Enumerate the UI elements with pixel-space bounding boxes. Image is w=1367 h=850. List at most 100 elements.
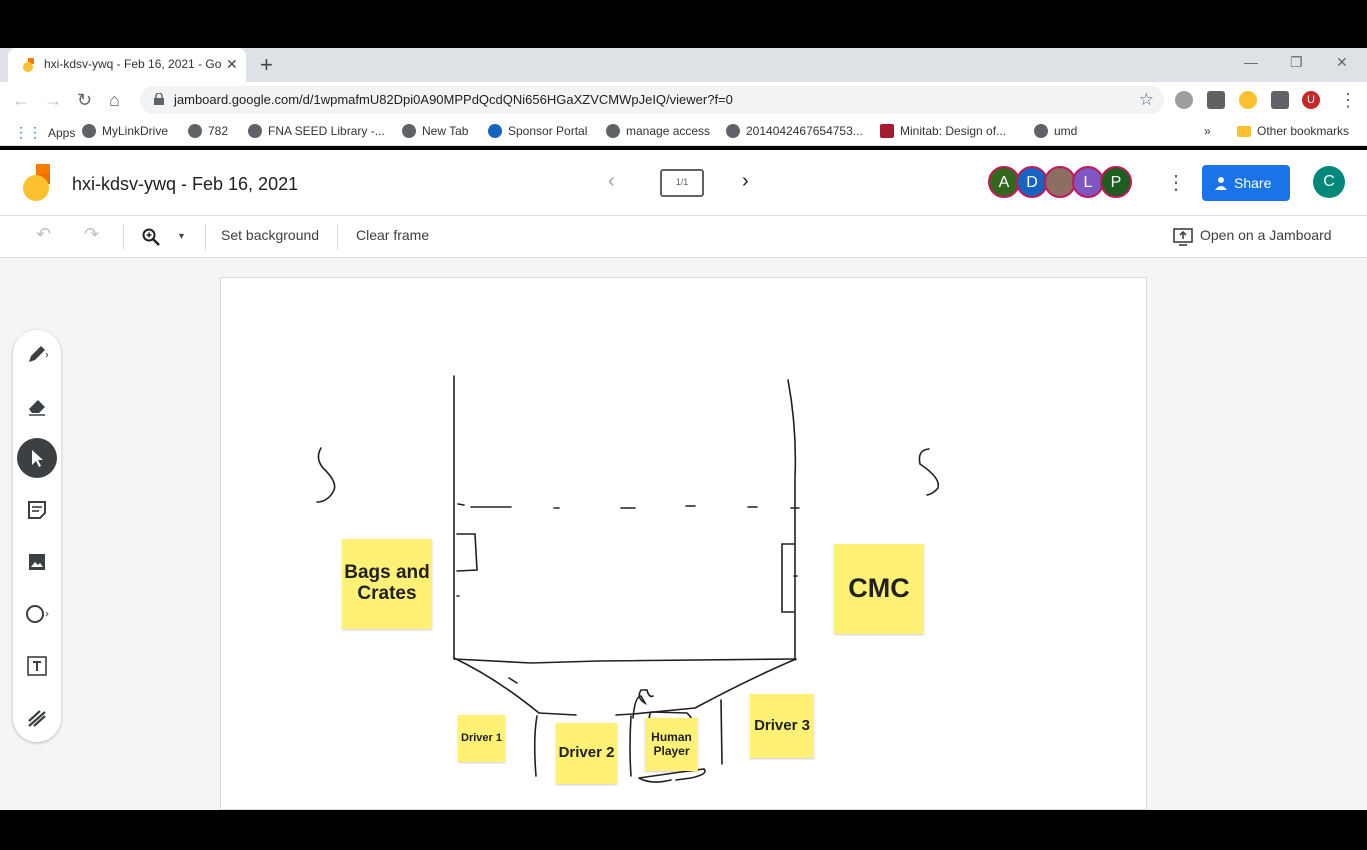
sticky-note[interactable]: Driver 1 — [458, 715, 505, 762]
jam-canvas[interactable]: Bags and Crates CMC Driver 1 Driver 2 Hu… — [220, 277, 1147, 810]
next-frame-icon[interactable]: › — [742, 170, 749, 193]
office-extension-icon[interactable] — [1207, 91, 1225, 109]
lock-icon — [154, 93, 164, 105]
bookmark-item[interactable]: New Tab — [402, 124, 468, 138]
cursor-arrow-icon — [32, 450, 43, 467]
close-tab-icon[interactable]: ✕ — [226, 56, 238, 73]
shape-tool[interactable] — [17, 594, 57, 634]
tab-title: hxi-kdsv-ywq - Feb 16, 2021 - Go — [44, 57, 222, 71]
open-on-jamboard-button[interactable]: Open on a Jamboard — [1200, 227, 1332, 243]
sticky-note[interactable]: Human Player — [645, 718, 698, 771]
bookmark-label: umd — [1054, 124, 1078, 138]
other-bookmarks-label: Other bookmarks — [1257, 124, 1350, 138]
bookmark-item[interactable]: manage access — [606, 124, 710, 138]
taskbar — [0, 810, 1367, 850]
globe-icon — [1034, 124, 1048, 138]
select-tool[interactable] — [17, 438, 57, 478]
text-box-tool[interactable] — [17, 646, 57, 686]
reload-icon[interactable]: ↻ — [77, 90, 92, 111]
globe-icon — [402, 124, 416, 138]
globe-icon — [248, 124, 262, 138]
bookmark-item[interactable]: 2014042467654753... — [726, 124, 863, 138]
sticky-note[interactable]: Driver 2 — [556, 723, 617, 784]
tab-strip: hxi-kdsv-ywq - Feb 16, 2021 - Go ✕ + — ❐… — [0, 48, 1367, 82]
bookmark-item[interactable]: 782 — [188, 124, 228, 138]
minimize-icon[interactable]: — — [1244, 54, 1258, 70]
puzzle-extensions-icon[interactable] — [1271, 91, 1289, 109]
globe-icon — [188, 124, 202, 138]
sticky-note[interactable]: Driver 3 — [750, 694, 814, 758]
image-icon — [29, 554, 45, 570]
bookmark-label: Apps — [48, 125, 76, 140]
home-icon[interactable]: ⌂ — [109, 90, 120, 111]
sticky-note[interactable]: Bags and Crates — [342, 539, 432, 629]
forward-icon[interactable]: → — [44, 90, 62, 111]
v-extension-icon[interactable] — [1239, 91, 1257, 109]
clear-frame-button[interactable]: Clear frame — [356, 227, 429, 243]
globe-icon — [606, 124, 620, 138]
image-tool[interactable] — [17, 542, 57, 582]
screen: hxi-kdsv-ywq - Feb 16, 2021 - Go ✕ + — ❐… — [0, 0, 1367, 850]
divider — [123, 224, 124, 250]
bookmark-item[interactable]: MyLinkDrive — [82, 124, 168, 138]
share-button[interactable]: Share — [1202, 165, 1290, 201]
pen-tool[interactable] — [17, 334, 57, 374]
edit-toolbar: ↶ ↷ ▾ Set background Clear frame Open on… — [0, 216, 1367, 258]
open-on-jamboard-icon — [1173, 228, 1193, 246]
other-bookmarks[interactable]: Other bookmarks — [1237, 124, 1349, 138]
bookmark-item[interactable]: umd — [1034, 124, 1077, 138]
frame-bar-button[interactable]: 1/1 — [660, 169, 704, 197]
apps-grid-icon: ⋮⋮ — [14, 124, 42, 140]
browser-tab[interactable]: hxi-kdsv-ywq - Feb 16, 2021 - Go ✕ — [8, 48, 246, 82]
bookmark-label: New Tab — [422, 124, 469, 138]
minitab-icon — [880, 124, 894, 138]
bookmark-label: MyLinkDrive — [102, 124, 169, 138]
sticky-note[interactable]: CMC — [834, 544, 924, 634]
globe-icon — [82, 124, 96, 138]
back-icon[interactable]: ← — [12, 90, 30, 111]
text-box-icon — [27, 656, 47, 676]
eraser-tool[interactable] — [17, 386, 57, 426]
undo-icon[interactable]: ↶ — [36, 224, 51, 245]
sticky-note-tool[interactable] — [17, 490, 57, 530]
profile-avatar[interactable]: U — [1302, 91, 1320, 109]
new-tab-button[interactable]: + — [260, 52, 273, 78]
document-title[interactable]: hxi-kdsv-ywq - Feb 16, 2021 — [72, 174, 298, 195]
bookmark-item[interactable]: Sponsor Portal — [488, 124, 587, 138]
jamboard-app: hxi-kdsv-ywq - Feb 16, 2021 ‹ 1/1 › A D … — [0, 150, 1367, 810]
bookmark-apps[interactable]: ⋮⋮ Apps — [14, 124, 75, 141]
bookmarks-bar: ⋮⋮ Apps MyLinkDrive 782 FNA SEED Library… — [0, 118, 1367, 146]
bookmark-star-icon[interactable]: ☆ — [1139, 90, 1154, 110]
url-text: jamboard.google.com/d/1wpmafmU82Dpi0A90M… — [174, 92, 733, 107]
bookmark-item[interactable]: FNA SEED Library -... — [248, 124, 385, 138]
restore-icon[interactable]: ❐ — [1290, 54, 1303, 71]
pen-icon — [29, 346, 48, 362]
circle-shape-icon — [26, 605, 49, 623]
bookmark-label: Sponsor Portal — [508, 124, 588, 138]
bookmark-item[interactable]: Minitab: Design of... — [880, 124, 1006, 138]
frame-indicator: 1/1 — [675, 177, 689, 187]
chrome-menu-icon[interactable]: ⋮ — [1339, 90, 1357, 111]
user-avatar[interactable]: C — [1313, 166, 1345, 198]
redo-icon[interactable]: ↷ — [84, 224, 99, 245]
collaborator-avatar[interactable]: P — [1100, 166, 1132, 198]
jamboard-favicon-icon — [23, 58, 34, 72]
close-window-icon[interactable]: ✕ — [1336, 54, 1348, 71]
divider — [205, 224, 206, 250]
bookmark-label: 782 — [208, 124, 229, 138]
set-background-button[interactable]: Set background — [221, 227, 319, 243]
bookmarks-overflow-icon[interactable]: » — [1204, 124, 1211, 138]
divider — [337, 224, 338, 250]
app-header: hxi-kdsv-ywq - Feb 16, 2021 ‹ 1/1 › A D … — [0, 150, 1367, 216]
extension-icon[interactable] — [1175, 91, 1193, 109]
laser-tool[interactable] — [17, 698, 57, 738]
bookmark-label: manage access — [626, 124, 711, 138]
address-bar[interactable]: jamboard.google.com/d/1wpmafmU82Dpi0A90M… — [140, 86, 1164, 114]
folder-icon — [1237, 125, 1251, 137]
zoom-icon[interactable] — [142, 228, 160, 246]
zoom-dropdown-icon[interactable]: ▾ — [179, 231, 184, 242]
laser-pointer-icon — [28, 710, 46, 727]
previous-frame-icon[interactable]: ‹ — [608, 170, 615, 193]
more-options-icon[interactable]: ⋮ — [1166, 170, 1186, 195]
bookmark-label: 2014042467654753... — [746, 124, 863, 138]
